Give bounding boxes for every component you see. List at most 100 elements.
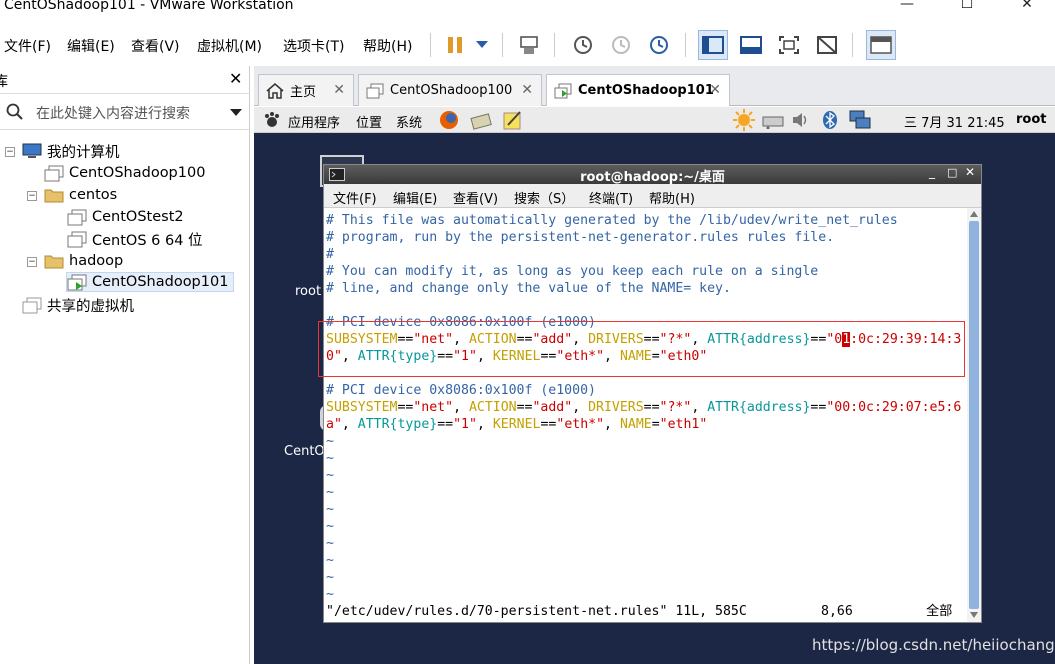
terminal-window: root@hadoop:~/桌面 _ □ ✕ 文件(F) 编辑(E) 查看(V)… xyxy=(323,164,982,623)
tree-label: hadoop xyxy=(69,253,124,269)
terminal-menu-file[interactable]: 文件(F) xyxy=(333,188,377,207)
close-icon[interactable]: ✕ xyxy=(1007,0,1047,12)
tree-label: CentOShadoop100 xyxy=(69,165,206,181)
minimize-icon[interactable]: — xyxy=(887,0,927,12)
tree-item-folder[interactable]: centos xyxy=(44,185,117,205)
attr-type-value: 1 xyxy=(461,417,469,432)
toolbar-separator xyxy=(554,33,555,57)
volume-icon[interactable] xyxy=(791,111,809,129)
tree-item-vm-selected[interactable]: CentOShadoop101 xyxy=(66,272,234,292)
mail-icon[interactable] xyxy=(470,110,492,130)
tree-item-shared-vms[interactable]: 共享的虚拟机 xyxy=(22,295,134,315)
scroll-down-icon[interactable] xyxy=(970,612,978,618)
close-tab-icon[interactable]: ✕ xyxy=(709,82,721,98)
kernel-value: eth* xyxy=(564,417,597,432)
search-input[interactable]: 在此处键入内容进行搜索 xyxy=(36,103,190,123)
clock[interactable]: 三 7月 31 21:45 xyxy=(904,112,1005,131)
tree-label: CentOShadoop101 xyxy=(92,274,229,290)
empty-line-marker: ~ xyxy=(326,485,334,500)
vm-icon xyxy=(67,231,87,247)
terminal-menu-terminal[interactable]: 终端(T) xyxy=(589,188,633,207)
minimize-icon[interactable]: _ xyxy=(929,165,935,179)
bluetooth-icon[interactable] xyxy=(822,110,838,130)
send-keys-icon[interactable] xyxy=(514,30,544,60)
close-tab-icon[interactable]: ✕ xyxy=(333,82,345,98)
note-icon[interactable] xyxy=(502,109,524,131)
window-title: CentOShadoop101 - VMware Workstation xyxy=(4,0,294,13)
snapshot-icon[interactable] xyxy=(568,30,598,60)
fullscreen-icon[interactable] xyxy=(774,30,804,60)
empty-line-marker: ~ xyxy=(326,570,334,585)
terminal-line: # You can modify it, as long as you keep… xyxy=(326,264,819,279)
terminal-text-area[interactable]: # This file was automatically generated … xyxy=(324,208,967,622)
menu-help[interactable]: 帮助(H) xyxy=(363,36,412,56)
update-icon[interactable] xyxy=(732,108,756,132)
chevron-down-icon[interactable] xyxy=(230,109,242,116)
menu-tabs[interactable]: 选项卡(T) xyxy=(283,36,344,56)
chevron-down-icon[interactable] xyxy=(467,30,497,60)
terminal-scrollbar[interactable] xyxy=(967,208,981,622)
maximize-icon[interactable]: □ xyxy=(947,166,957,179)
maximize-icon[interactable]: ☐ xyxy=(947,0,987,12)
menu-edit[interactable]: 编辑(E) xyxy=(67,36,115,56)
running-vm-icon xyxy=(554,83,572,98)
gnome-menu-system[interactable]: 系统 xyxy=(396,112,422,131)
toolbar-separator xyxy=(502,33,503,57)
folder-icon xyxy=(44,255,64,269)
tab-label: 主页 xyxy=(290,85,317,100)
revert-snapshot-icon[interactable] xyxy=(606,30,636,60)
collapse-icon[interactable]: − xyxy=(27,257,37,267)
title-bar: CentOShadoop101 - VMware Workstation — ☐… xyxy=(0,0,1055,16)
menu-view[interactable]: 查看(V) xyxy=(131,36,180,56)
show-library-icon[interactable] xyxy=(698,30,728,60)
tab-centoshadoop101[interactable]: CentOShadoop101 ✕ xyxy=(546,74,730,106)
library-search[interactable]: 在此处键入内容进行搜索 xyxy=(0,94,250,130)
tab-home[interactable]: 主页 ✕ xyxy=(258,74,354,106)
snapshot-manager-icon[interactable] xyxy=(644,30,674,60)
close-library-icon[interactable]: ✕ xyxy=(229,69,242,88)
terminal-menu-help[interactable]: 帮助(H) xyxy=(649,188,695,207)
display-icon[interactable] xyxy=(848,109,872,131)
menu-vm[interactable]: 虚拟机(M) xyxy=(197,36,262,56)
library-header: 库 ✕ xyxy=(0,66,250,94)
terminal-line: SUBSYSTEM=="net", ACTION=="add", DRIVERS… xyxy=(326,400,962,415)
toolbar-separator xyxy=(430,33,431,57)
vim-status-file: "/etc/udev/rules.d/70-persistent-net.rul… xyxy=(326,604,747,619)
close-tab-icon[interactable]: ✕ xyxy=(521,82,533,98)
terminal-menu-search[interactable]: 搜索（S） xyxy=(514,188,574,207)
gnome-menu-places[interactable]: 位置 xyxy=(356,112,382,131)
search-icon xyxy=(6,103,23,120)
firefox-icon[interactable] xyxy=(438,109,460,131)
desktop-icon-label[interactable]: root xyxy=(295,284,321,299)
tab-centoshadoop100[interactable]: CentOShadoop100 ✕ xyxy=(358,74,542,106)
thumbnail-bar-icon[interactable] xyxy=(736,30,766,60)
vim-status-position: 8,66 xyxy=(821,604,853,619)
highlight-box xyxy=(318,321,965,377)
pause-icon[interactable] xyxy=(440,30,470,60)
scrollbar-thumb[interactable] xyxy=(969,221,979,609)
close-icon[interactable]: ✕ xyxy=(965,165,975,179)
terminal-menu-edit[interactable]: 编辑(E) xyxy=(393,188,437,207)
menu-file[interactable]: 文件(F) xyxy=(4,36,51,56)
tab-label: CentOShadoop101 xyxy=(578,83,714,98)
network-icon[interactable] xyxy=(761,111,785,129)
tree-item-vm[interactable]: CentOStest2 xyxy=(67,207,184,227)
collapse-icon[interactable]: − xyxy=(27,191,37,201)
terminal-menu-view[interactable]: 查看(V) xyxy=(453,188,498,207)
console-view-icon[interactable] xyxy=(866,30,896,60)
user-name[interactable]: root xyxy=(1016,112,1047,127)
tree-item-vm[interactable]: CentOS 6 64 位 xyxy=(67,229,203,249)
desktop-icon-label[interactable]: CentO xyxy=(284,444,325,459)
terminal-title: root@hadoop:~/桌面 xyxy=(580,170,725,185)
tree-item-folder[interactable]: hadoop xyxy=(44,251,123,271)
unity-icon[interactable] xyxy=(812,30,842,60)
tab-label: CentOShadoop100 xyxy=(390,83,513,98)
tree-item-my-computer[interactable]: 我的计算机 xyxy=(22,141,120,161)
shared-vm-icon xyxy=(22,297,42,313)
scroll-up-icon[interactable] xyxy=(970,211,978,217)
vmware-window: CentOShadoop101 - VMware Workstation — ☐… xyxy=(0,0,1055,664)
collapse-icon[interactable]: − xyxy=(5,147,15,157)
tree-item-vm[interactable]: CentOShadoop100 xyxy=(44,163,205,183)
gnome-menu-applications[interactable]: 应用程序 xyxy=(288,112,340,131)
empty-line-marker: ~ xyxy=(326,434,334,449)
